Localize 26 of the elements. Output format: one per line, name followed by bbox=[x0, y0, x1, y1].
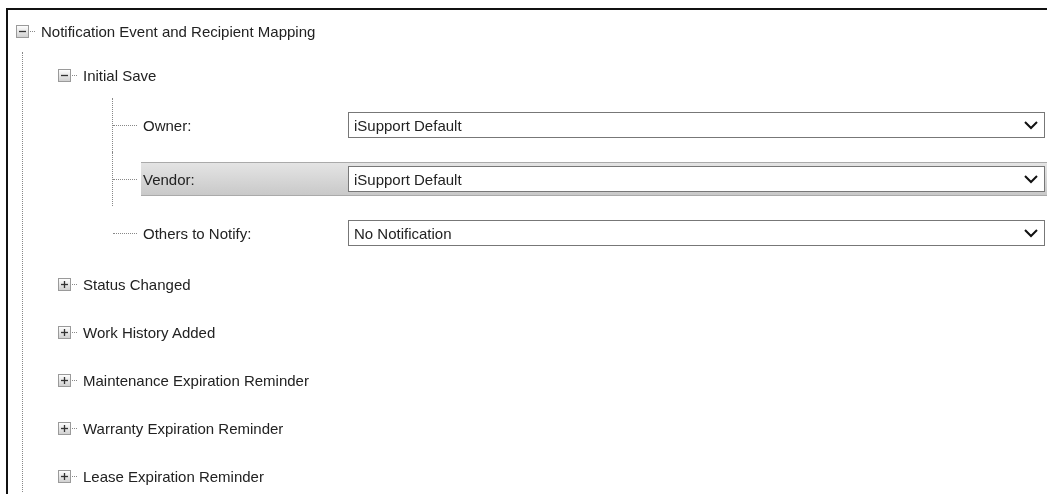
tree-node-label[interactable]: Notification Event and Recipient Mapping bbox=[41, 22, 316, 40]
field-label: Vendor: bbox=[142, 170, 196, 188]
expand-icon[interactable] bbox=[58, 421, 71, 435]
field-label: Others to Notify: bbox=[142, 224, 253, 242]
expand-icon[interactable] bbox=[58, 277, 71, 291]
tree-node-label[interactable]: Work History Added bbox=[83, 323, 216, 341]
tree-node-label[interactable]: Lease Expiration Reminder bbox=[83, 467, 264, 485]
tree-node-label[interactable]: Status Changed bbox=[83, 275, 191, 293]
expand-icon[interactable] bbox=[58, 325, 71, 339]
chevron-down-icon bbox=[1024, 174, 1038, 184]
field-row[interactable]: Others to Notify: No Notification bbox=[141, 216, 1047, 250]
dropdown[interactable]: No Notification bbox=[348, 220, 1045, 246]
tree-node-label[interactable]: Initial Save bbox=[83, 66, 157, 84]
dropdown[interactable]: iSupport Default bbox=[348, 112, 1045, 138]
chevron-down-icon bbox=[1024, 228, 1038, 238]
dropdown[interactable]: iSupport Default bbox=[348, 166, 1045, 192]
tree-node-label[interactable]: Warranty Expiration Reminder bbox=[83, 419, 284, 437]
selected-row[interactable]: Vendor: iSupport Default bbox=[141, 162, 1047, 196]
field-label: Owner: bbox=[142, 116, 193, 134]
collapse-icon[interactable] bbox=[16, 24, 29, 38]
chevron-down-icon bbox=[1024, 120, 1038, 130]
field-row[interactable]: Owner: iSupport Default bbox=[141, 108, 1047, 142]
expand-icon[interactable] bbox=[58, 469, 71, 483]
tree-node-label[interactable]: Maintenance Expiration Reminder bbox=[83, 371, 309, 389]
collapse-icon[interactable] bbox=[58, 68, 71, 82]
expand-icon[interactable] bbox=[58, 373, 71, 387]
